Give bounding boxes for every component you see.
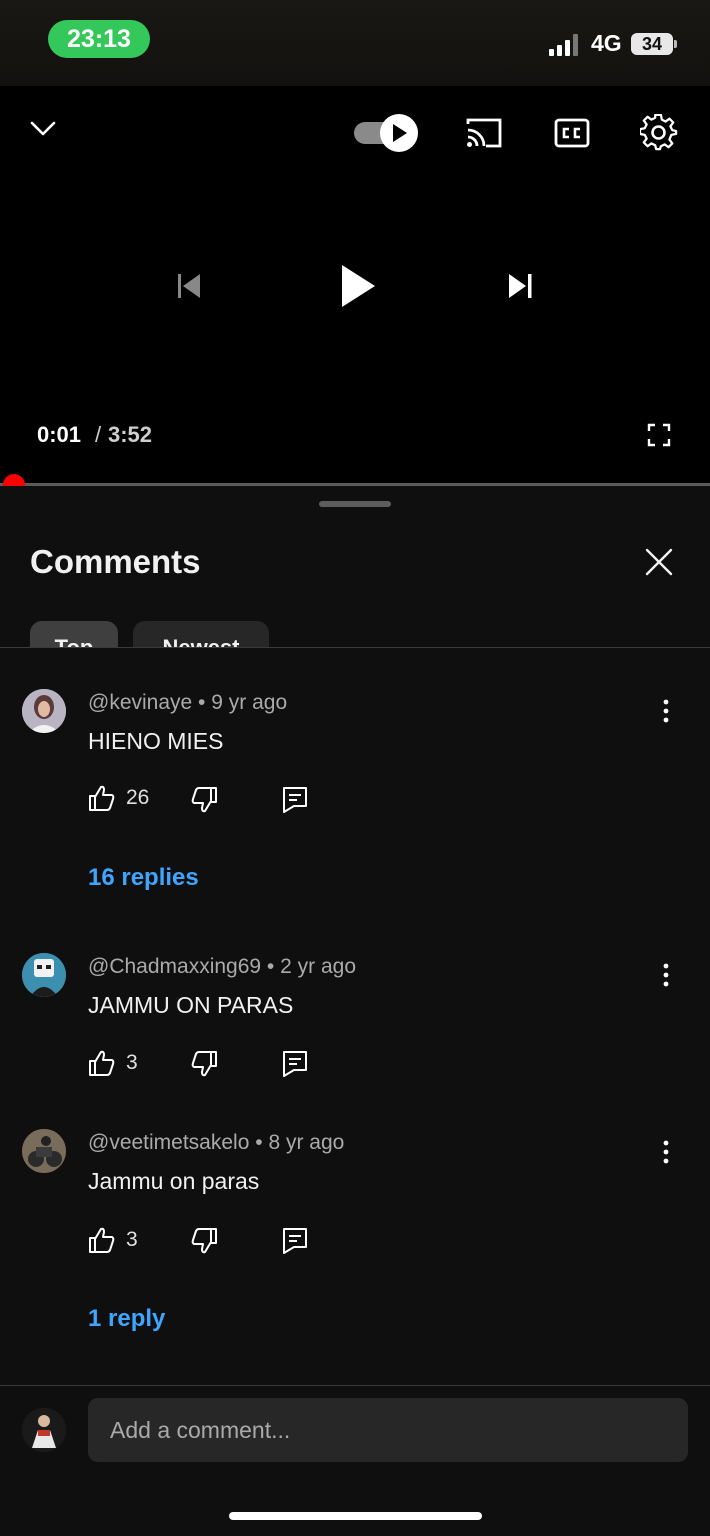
- captions-button[interactable]: [551, 112, 593, 154]
- comment-text: JAMMU ON PARAS: [88, 992, 294, 1018]
- cc-icon: [554, 118, 590, 148]
- more-vert-icon: [663, 1140, 669, 1164]
- comment-meta: @Chadmaxxing69 • 2 yr ago: [88, 955, 356, 979]
- like-button[interactable]: 26: [88, 784, 149, 812]
- comment-author[interactable]: @Chadmaxxing69: [88, 955, 261, 978]
- autoplay-toggle[interactable]: [352, 112, 420, 154]
- fullscreen-button[interactable]: [643, 419, 675, 451]
- reply-icon: [283, 787, 307, 813]
- like-button[interactable]: 3: [88, 1049, 138, 1077]
- meta-dot: •: [266, 955, 275, 978]
- play-icon: [342, 265, 375, 307]
- reply-icon: [283, 1228, 307, 1254]
- header-divider: [0, 647, 710, 648]
- reply-button[interactable]: [282, 786, 308, 814]
- meta-dot: •: [255, 1131, 263, 1154]
- more-options-button[interactable]: [660, 696, 672, 726]
- minimize-button[interactable]: [26, 112, 60, 146]
- comment-age: 2 yr ago: [280, 955, 357, 978]
- like-count: 3: [126, 1051, 138, 1074]
- reply-button[interactable]: [282, 1050, 308, 1078]
- close-icon: [645, 548, 673, 576]
- more-options-button[interactable]: [660, 960, 672, 990]
- fullscreen-icon: [647, 423, 671, 447]
- like-count: 3: [126, 1228, 138, 1251]
- home-indicator[interactable]: [229, 1512, 482, 1520]
- thumbs-down-icon: [191, 1051, 217, 1077]
- play-button[interactable]: [332, 256, 384, 316]
- more-vert-icon: [663, 699, 669, 723]
- status-time: 23:13: [48, 20, 150, 58]
- dislike-button[interactable]: [190, 786, 218, 814]
- comment-meta: @kevinaye • 9 yr ago: [88, 691, 287, 715]
- thumbs-down-icon: [191, 1228, 217, 1254]
- like-count: 26: [126, 786, 150, 809]
- dislike-button[interactable]: [190, 1050, 218, 1078]
- user-avatar-image: [22, 689, 66, 733]
- thumbs-up-icon: [89, 1050, 115, 1076]
- like-button[interactable]: 3: [88, 1226, 138, 1254]
- gear-icon: [640, 114, 678, 151]
- reply-button[interactable]: [282, 1227, 308, 1255]
- comment-text: Jammu on paras: [88, 1168, 260, 1194]
- cellular-signal-icon: [549, 34, 578, 56]
- dislike-button[interactable]: [190, 1227, 218, 1255]
- cast-button[interactable]: [462, 112, 506, 154]
- avatar[interactable]: [22, 953, 66, 997]
- comment-age: 8 yr ago: [268, 1131, 345, 1154]
- comment-meta: @veetimetsakelo • 8 yr ago: [88, 1131, 344, 1155]
- user-avatar-image: [22, 1408, 66, 1452]
- add-comment-input[interactable]: [88, 1398, 688, 1462]
- view-replies-link[interactable]: 16 replies: [88, 864, 199, 892]
- settings-button[interactable]: [638, 112, 680, 154]
- skip-previous-icon: [178, 274, 200, 298]
- cast-icon: [466, 118, 502, 148]
- more-vert-icon: [663, 963, 669, 987]
- avatar[interactable]: [22, 689, 66, 733]
- drag-handle[interactable]: [319, 501, 391, 507]
- skip-next-icon: [509, 274, 532, 298]
- battery-tip: [674, 40, 677, 48]
- close-comments-button[interactable]: [640, 543, 678, 581]
- next-button[interactable]: [503, 268, 539, 304]
- avatar[interactable]: [22, 1129, 66, 1173]
- comment-text: HIENO MIES: [88, 728, 224, 754]
- chevron-down-icon: [30, 121, 56, 136]
- reply-icon: [283, 1051, 307, 1077]
- comment-age: 9 yr ago: [211, 691, 288, 714]
- comment-author[interactable]: @veetimetsakelo: [88, 1131, 249, 1154]
- my-avatar: [22, 1408, 66, 1452]
- battery-icon: 34: [631, 33, 673, 55]
- comment-author[interactable]: @kevinaye: [88, 691, 192, 714]
- time-separator: /: [95, 422, 102, 447]
- duration: 3:52: [108, 422, 153, 447]
- previous-button[interactable]: [170, 268, 206, 304]
- comments-title: Comments: [30, 543, 201, 580]
- more-options-button[interactable]: [660, 1137, 672, 1167]
- view-replies-link[interactable]: 1 reply: [88, 1305, 165, 1333]
- current-time: 0:01: [37, 422, 82, 447]
- meta-dot: •: [198, 691, 206, 714]
- thumbs-up-icon: [89, 1227, 115, 1253]
- chip-overflow-mask: [0, 647, 710, 687]
- thumbs-down-icon: [191, 787, 217, 813]
- user-avatar-image: [22, 953, 66, 997]
- composer-divider: [0, 1385, 710, 1386]
- user-avatar-image: [22, 1129, 66, 1173]
- network-type: 4G: [591, 30, 622, 56]
- thumbs-up-icon: [89, 785, 115, 811]
- autoplay-icon: [354, 114, 418, 152]
